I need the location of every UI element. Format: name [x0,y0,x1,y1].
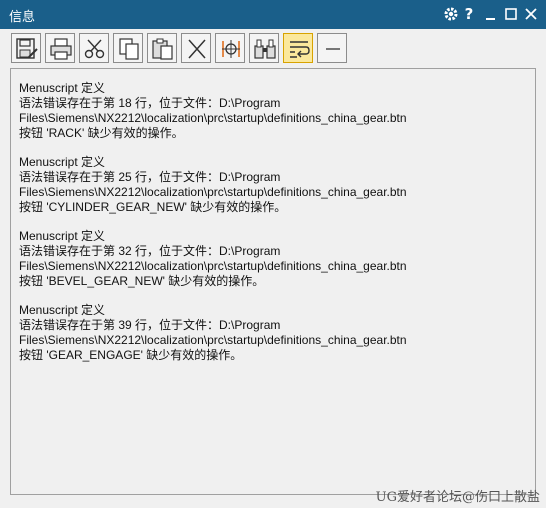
message-header: Menuscript 定义 [19,81,106,95]
message-panel[interactable]: Menuscript 定义 语法错误存在于第 18 行，位于文件：D:\Prog… [10,68,536,495]
message-line: Files\Siemens\NX2212\localization\prc\st… [19,111,407,125]
find-button[interactable] [249,33,279,63]
minimize-icon[interactable] [482,4,500,24]
message-line: 按钮 'CYLINDER_GEAR_NEW' 缺少有效的操作。 [19,200,287,214]
find-icon [254,39,276,59]
word-wrap-button[interactable] [283,33,313,63]
word-wrap-icon [290,41,310,58]
message-header: Menuscript 定义 [19,155,106,169]
print-icon [50,38,72,60]
help-icon[interactable]: ? [460,4,478,24]
message-entry: Menuscript 定义 语法错误存在于第 18 行，位于文件：D:\Prog… [19,81,529,141]
target-icon [222,40,240,58]
title-bar: 信息 ? [0,0,546,29]
print-button[interactable] [45,33,75,63]
paste-icon [152,38,173,60]
message-line: Files\Siemens\NX2212\localization\prc\st… [19,333,407,347]
target-button[interactable] [215,33,245,63]
maximize-icon[interactable] [502,4,520,24]
message-entry: Menuscript 定义 语法错误存在于第 32 行，位于文件：D:\Prog… [19,229,529,289]
watermark: UG爱好者论坛@伤口上散盐 [375,490,540,505]
clear-icon [188,39,206,59]
dash-icon [326,48,340,50]
message-entry: Menuscript 定义 语法错误存在于第 25 行，位于文件：D:\Prog… [19,155,529,215]
close-icon[interactable] [522,4,540,24]
toolbar [0,29,546,67]
cut-button[interactable] [79,33,109,63]
window-title: 信息 [9,10,36,25]
gear-icon[interactable] [442,4,460,24]
clear-button[interactable] [181,33,211,63]
message-line: Files\Siemens\NX2212\localization\prc\st… [19,259,407,273]
dash-button[interactable] [317,33,347,63]
cut-icon [84,39,105,59]
message-line: 按钮 'GEAR_ENGAGE' 缺少有效的操作。 [19,348,243,362]
save-button[interactable] [11,33,41,63]
message-line: 语法错误存在于第 39 行，位于文件：D:\Program [19,318,281,332]
message-header: Menuscript 定义 [19,229,106,243]
message-header: Menuscript 定义 [19,303,106,317]
message-line: 语法错误存在于第 32 行，位于文件：D:\Program [19,244,281,258]
message-line: 按钮 'RACK' 缺少有效的操作。 [19,126,184,140]
message-line: Files\Siemens\NX2212\localization\prc\st… [19,185,407,199]
message-line: 语法错误存在于第 18 行，位于文件：D:\Program [19,96,281,110]
copy-button[interactable] [113,33,143,63]
message-line: 按钮 'BEVEL_GEAR_NEW' 缺少有效的操作。 [19,274,265,288]
message-line: 语法错误存在于第 25 行，位于文件：D:\Program [19,170,281,184]
message-entry: Menuscript 定义 语法错误存在于第 39 行，位于文件：D:\Prog… [19,303,529,363]
message-list: Menuscript 定义 语法错误存在于第 18 行，位于文件：D:\Prog… [19,81,529,377]
save-icon [16,38,38,59]
copy-icon [119,38,139,60]
paste-button[interactable] [147,33,177,63]
